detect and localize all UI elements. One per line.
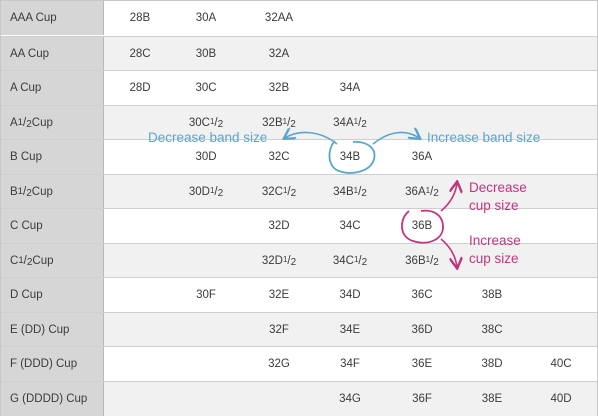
size-cell: 30B xyxy=(195,47,217,60)
cup-label: G (DDDD) Cup xyxy=(1,381,104,416)
size-cell: 30C xyxy=(195,82,217,94)
size-cell: 34A 1/2 xyxy=(333,116,367,131)
cup-label: D Cup xyxy=(1,278,104,312)
size-cell: 40C xyxy=(550,358,572,370)
size-cell: 32C 1/2 xyxy=(261,185,297,200)
size-cell: 30F xyxy=(196,289,216,301)
size-cell: 34C xyxy=(339,220,361,232)
size-cell: 36F xyxy=(412,392,432,405)
size-cell: 34C 1/2 xyxy=(332,254,368,269)
size-cell: 36A xyxy=(411,151,433,163)
size-cell: 34B 1/2 xyxy=(333,185,367,200)
size-cell: 34F xyxy=(340,358,360,370)
size-cell: 30D xyxy=(195,151,217,163)
table-row: F (DDD) Cup 32G 34F 36E 38D 40C xyxy=(1,346,597,381)
size-cell: 38C xyxy=(481,323,503,336)
size-cell: 28B xyxy=(129,12,151,24)
annotation-increase-cup-1: Increase xyxy=(469,233,521,248)
size-cell: 32E xyxy=(268,289,290,301)
cup-size-chart: AAA Cup 28B 30A 32AA AA Cup 28C 30B 32A A Cup 28D… xyxy=(0,0,598,416)
size-cell: 32C xyxy=(268,151,290,163)
size-cell: 36B 1/2 xyxy=(405,254,439,269)
size-cell: 38B xyxy=(481,289,503,301)
annotation-decrease-cup-1: Decrease xyxy=(469,180,527,195)
annotation-decrease-cup-2: cup size xyxy=(469,198,519,213)
table-row: AAA Cup 28B 30A 32AA xyxy=(1,1,597,35)
annotation-increase-band: Increase band size xyxy=(427,130,541,145)
size-cell: 32A xyxy=(268,47,290,60)
size-cell: 34A xyxy=(339,82,361,94)
table-row: AA Cup 28C 30B 32A xyxy=(1,35,597,71)
size-cell: 40D xyxy=(550,392,572,405)
size-cell: 36B xyxy=(411,220,433,232)
size-cell: 30A xyxy=(195,12,217,24)
size-cell: 34G xyxy=(339,392,361,405)
cup-label: F (DDD) Cup xyxy=(1,347,104,381)
cup-label: B 1/2 Cup xyxy=(1,174,104,209)
size-cell: 32F xyxy=(269,323,289,336)
size-cell: 36E xyxy=(411,358,433,370)
size-cell: 36D xyxy=(411,323,433,336)
cup-label: C Cup xyxy=(1,209,104,243)
size-cell: 36C xyxy=(411,289,433,301)
cup-label: AAA Cup xyxy=(1,1,104,35)
size-cell: 32B xyxy=(268,82,290,94)
size-cell: 34B xyxy=(339,151,361,163)
size-cell: 28D xyxy=(129,82,151,94)
cup-label: AA Cup xyxy=(1,36,104,71)
table-row: A Cup 28D 30C 32B 34A xyxy=(1,70,597,105)
cup-label: A Cup xyxy=(1,71,104,105)
size-cell: 32D 1/2 xyxy=(261,254,297,269)
size-cell: 34E xyxy=(339,323,361,336)
table-row: D Cup 30F 32E 34D 36C 38B xyxy=(1,277,597,312)
size-cell: 28C xyxy=(129,47,151,60)
size-cell: 30D 1/2 xyxy=(188,185,224,200)
cup-label: C 1/2 Cup xyxy=(1,243,104,278)
size-cell: 32AA xyxy=(264,12,294,24)
size-cell: 36A 1/2 xyxy=(405,185,439,200)
size-cell: 32D xyxy=(268,220,290,232)
table-row: G (DDDD) Cup 34G 36F 38E 40D xyxy=(1,380,597,416)
size-cell: 38E xyxy=(481,392,503,405)
cup-label: A 1/2 Cup xyxy=(1,105,104,140)
annotation-decrease-band: Decrease band size xyxy=(148,130,268,145)
cup-label: B Cup xyxy=(1,140,104,174)
annotation-increase-cup-2: cup size xyxy=(469,251,519,266)
table-row: E (DD) Cup 32F 34E 36D 38C xyxy=(1,311,597,347)
size-cell: 38D xyxy=(481,358,503,370)
size-cell: 34D xyxy=(339,289,361,301)
size-cell: 32G xyxy=(268,358,290,370)
cup-label: E (DD) Cup xyxy=(1,312,104,347)
